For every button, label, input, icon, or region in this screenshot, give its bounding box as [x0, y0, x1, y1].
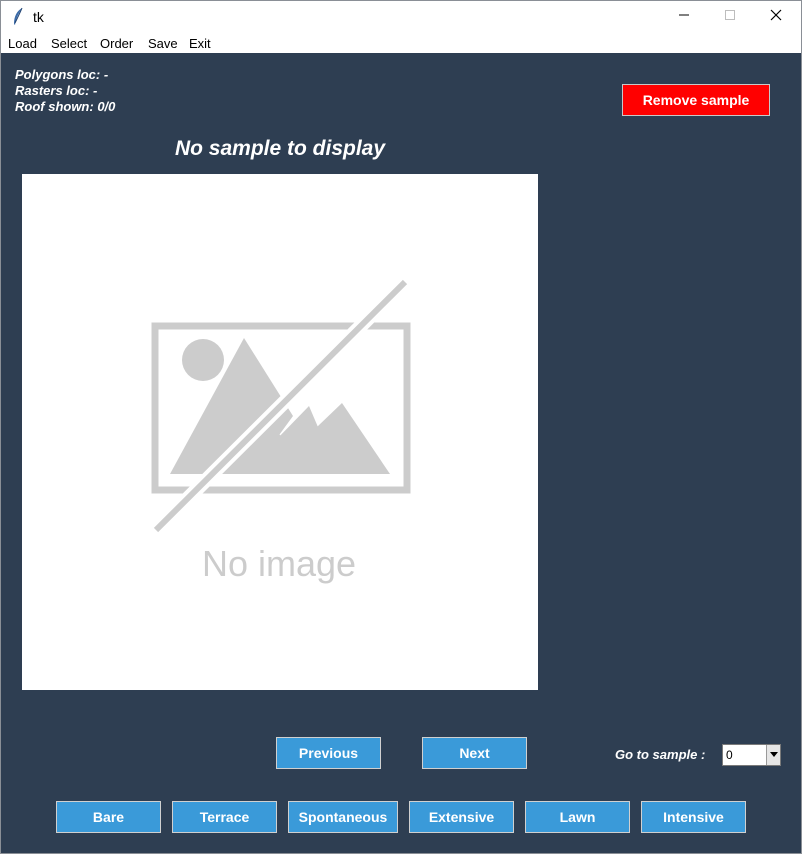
next-button[interactable]: Next	[422, 737, 527, 769]
menu-order[interactable]: Order	[100, 36, 133, 51]
chevron-down-icon[interactable]	[766, 745, 780, 765]
menu-bar: Load Select Order Save Exit	[1, 33, 801, 53]
close-button[interactable]	[753, 1, 799, 33]
category-lawn-button[interactable]: Lawn	[525, 801, 630, 833]
sample-image-panel: No image	[22, 174, 538, 690]
menu-exit[interactable]: Exit	[189, 36, 211, 51]
menu-save[interactable]: Save	[148, 36, 178, 51]
app-window: tk Load Select Order Save Exit Polygons …	[0, 0, 802, 854]
polygons-location: Polygons loc: -	[15, 67, 109, 82]
maximize-button[interactable]	[707, 1, 753, 33]
previous-button[interactable]: Previous	[276, 737, 381, 769]
category-intensive-button[interactable]: Intensive	[641, 801, 746, 833]
minimize-button[interactable]	[661, 1, 707, 33]
maximize-icon	[724, 8, 736, 26]
goto-sample-value: 0	[726, 748, 733, 762]
roof-counter: Roof shown: 0/0	[15, 99, 116, 114]
remove-sample-button[interactable]: Remove sample	[622, 84, 770, 116]
category-extensive-button[interactable]: Extensive	[409, 801, 514, 833]
close-icon	[770, 8, 782, 26]
goto-sample-label: Go to sample :	[615, 747, 706, 762]
title-bar: tk	[1, 1, 801, 33]
no-image-icon: No image	[151, 277, 411, 584]
category-spontaneous-button[interactable]: Spontaneous	[288, 801, 398, 833]
minimize-icon	[678, 8, 690, 26]
goto-sample-select[interactable]: 0	[722, 744, 781, 766]
menu-load[interactable]: Load	[8, 36, 37, 51]
rasters-location: Rasters loc: -	[15, 83, 98, 98]
menu-select[interactable]: Select	[51, 36, 87, 51]
category-terrace-button[interactable]: Terrace	[172, 801, 277, 833]
no-image-caption: No image	[202, 543, 356, 584]
feather-icon	[11, 7, 25, 27]
sample-title: No sample to display	[174, 137, 386, 160]
category-bare-button[interactable]: Bare	[56, 801, 161, 833]
window-title: tk	[33, 9, 44, 25]
